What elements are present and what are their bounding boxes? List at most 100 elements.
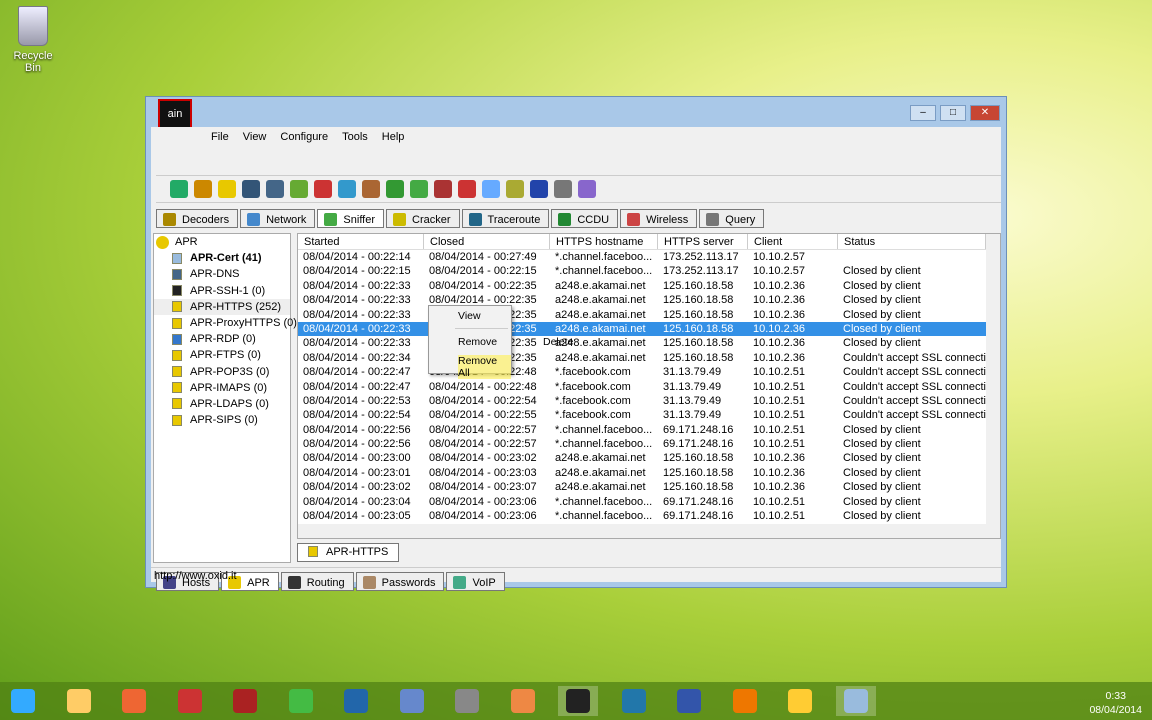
toolbar-button-icon[interactable]	[578, 180, 596, 198]
close-button[interactable]: ✕	[970, 105, 1000, 121]
cain-taskbar-icon[interactable]	[558, 686, 598, 716]
column-header-4[interactable]: Client	[748, 234, 838, 249]
toolbar-button-icon[interactable]	[266, 180, 284, 198]
column-header-3[interactable]: HTTPS server	[658, 234, 748, 249]
tree-item[interactable]: APR-POP3S (0)	[154, 364, 290, 380]
vertical-scrollbar[interactable]	[986, 234, 1000, 538]
table-row[interactable]: 08/04/2014 - 00:22:3408/04/2014 - 00:22:…	[298, 351, 1000, 365]
horizontal-scrollbar[interactable]	[298, 524, 986, 538]
toolbar-button-icon[interactable]	[242, 180, 260, 198]
tab-query[interactable]: Query	[699, 209, 765, 228]
app-taskbar-icon[interactable]	[170, 686, 210, 716]
vlc-taskbar-icon[interactable]	[725, 686, 765, 716]
toolbar-button-icon[interactable]	[170, 180, 188, 198]
chrome-taskbar-icon[interactable]	[281, 686, 321, 716]
tree-item[interactable]: APR-SIPS (0)	[154, 412, 290, 428]
toolbar-button-icon[interactable]	[530, 180, 548, 198]
maximize-button[interactable]: □	[940, 105, 966, 121]
word-taskbar-icon[interactable]	[669, 686, 709, 716]
menu-help[interactable]: Help	[382, 131, 405, 143]
toolbar-button-icon[interactable]	[434, 180, 452, 198]
tree-root[interactable]: APR	[154, 234, 290, 250]
tree-item[interactable]: APR-DNS	[154, 266, 290, 282]
toolbar-button-icon[interactable]	[458, 180, 476, 198]
toolbar-button-icon[interactable]	[218, 180, 236, 198]
toolbar-button-icon[interactable]	[290, 180, 308, 198]
toolbar-button-icon[interactable]	[410, 180, 428, 198]
winrar-taskbar-icon[interactable]	[225, 686, 265, 716]
menu-configure[interactable]: Configure	[280, 131, 328, 143]
cain-window: ain – □ ✕ File View Configure Tools Help Dec…	[145, 96, 1007, 591]
cell: 08/04/2014 - 00:22:55	[429, 409, 537, 422]
utility-taskbar-icon[interactable]	[780, 686, 820, 716]
tool-taskbar-icon[interactable]	[447, 686, 487, 716]
column-header-2[interactable]: HTTPS hostname	[550, 234, 658, 249]
tab-network[interactable]: Network	[240, 209, 316, 228]
table-row[interactable]: 08/04/2014 - 00:23:00 08/04/2014 - 00:23:…	[298, 451, 1000, 465]
tab-decoders[interactable]: Decoders	[156, 209, 239, 228]
tree-item[interactable]: APR-RDP (0)	[154, 331, 290, 347]
table-row[interactable]: 08/04/2014 - 00:22:4708/04/2014 - 00:22:…	[298, 365, 1000, 379]
tree-item[interactable]: APR-HTTPS (252)	[154, 298, 290, 315]
table-row[interactable]: 08/04/2014 - 00:22:56 08/04/2014 - 00:22:…	[298, 423, 1000, 437]
cell: 10.10.2.36	[753, 279, 805, 292]
cell: a248.e.akamai.net	[555, 481, 646, 494]
toolbar-button-icon[interactable]	[506, 180, 524, 198]
cell: 125.160.18.58	[663, 337, 734, 350]
menu-file[interactable]: File	[211, 131, 229, 143]
table-row[interactable]: 08/04/2014 - 00:23:05 08/04/2014 - 00:23:…	[298, 509, 1000, 523]
table-row[interactable]: 08/04/2014 - 00:22:53 08/04/2014 - 00:22:…	[298, 394, 1000, 408]
tree-item[interactable]: APR-LDAPS (0)	[154, 396, 290, 412]
firefox-taskbar-icon[interactable]	[114, 686, 154, 716]
wireshark-taskbar-icon[interactable]	[614, 686, 654, 716]
table-row[interactable]: 08/04/2014 - 00:23:04 08/04/2014 - 00:23:…	[298, 495, 1000, 509]
monitor-taskbar-icon[interactable]	[392, 686, 432, 716]
desktop-taskbar-icon[interactable]	[835, 686, 876, 716]
table-row[interactable]: 08/04/2014 - 00:22:3308/04/2014 - 00:22:…	[298, 279, 1000, 293]
cain-helper-taskbar-icon[interactable]	[336, 686, 376, 716]
tree-item[interactable]: APR-IMAPS (0)	[154, 380, 290, 396]
tab-cracker[interactable]: Cracker	[386, 209, 460, 228]
tree-item[interactable]: APR-FTPS (0)	[154, 347, 290, 363]
toolbar-button-icon[interactable]	[554, 180, 572, 198]
table-row[interactable]: 08/04/2014 - 00:22:3308/04/2014 - 00:22:…	[298, 321, 1000, 337]
toolbar-button-icon[interactable]	[338, 180, 356, 198]
column-header-0[interactable]: Started	[298, 234, 424, 249]
minimize-button[interactable]: –	[910, 105, 936, 121]
tab-ccdu[interactable]: CCDU	[551, 209, 619, 228]
menu-tools[interactable]: Tools	[342, 131, 368, 143]
table-row[interactable]: 08/04/2014 - 00:22:14 08/04/2014 - 00:27:…	[298, 250, 1000, 264]
tree-item[interactable]: APR-ProxyHTTPS (0)	[154, 315, 297, 331]
explorer-taskbar-icon[interactable]	[59, 686, 99, 716]
tab-traceroute[interactable]: Traceroute	[461, 209, 550, 228]
toolbar-button-icon[interactable]	[362, 180, 380, 198]
menu-item-remove-all[interactable]: Remove All	[458, 355, 511, 379]
table-row[interactable]: 08/04/2014 - 00:23:01 08/04/2014 - 00:23:…	[298, 466, 1000, 480]
subtab-apr-https[interactable]: APR-HTTPS	[297, 543, 400, 562]
column-header-5[interactable]: Status	[838, 234, 986, 249]
table-row[interactable]: 08/04/2014 - 00:22:3308/04/2014 - 00:22:…	[298, 293, 1000, 307]
table-row[interactable]: 08/04/2014 - 00:23:02 08/04/2014 - 00:23:…	[298, 480, 1000, 494]
toolbar-button-icon[interactable]	[482, 180, 500, 198]
menu-item-remove[interactable]: Remove	[458, 336, 497, 348]
toolbar-button-icon[interactable]	[194, 180, 212, 198]
table-row[interactable]: 08/04/2014 - 00:22:54 08/04/2014 - 00:22:…	[298, 408, 1000, 422]
table-row[interactable]: 08/04/2014 - 00:22:56 08/04/2014 - 00:22:…	[298, 437, 1000, 451]
start-taskbar-icon[interactable]	[3, 686, 43, 716]
table-row[interactable]: 08/04/2014 - 00:22:3308/04/2014 - 00:22:…	[298, 336, 1000, 350]
tab-wireless[interactable]: Wireless	[620, 209, 698, 228]
toolbar-button-icon[interactable]	[386, 180, 404, 198]
tree-item[interactable]: APR-Cert (41)	[154, 250, 290, 266]
clock[interactable]: 0:33 08/04/2014	[1089, 689, 1142, 717]
menu-view[interactable]: View	[243, 131, 267, 143]
filezilla-taskbar-icon[interactable]	[503, 686, 543, 716]
table-row[interactable]: 08/04/2014 - 00:22:15 08/04/2014 - 00:22:…	[298, 264, 1000, 278]
recycle-bin[interactable]: Recycle Bin	[4, 6, 62, 74]
column-header-1[interactable]: Closed	[424, 234, 550, 249]
table-row[interactable]: 08/04/2014 - 00:22:4708/04/2014 - 00:22:…	[298, 380, 1000, 394]
tab-sniffer[interactable]: Sniffer	[317, 209, 385, 228]
toolbar-button-icon[interactable]	[314, 180, 332, 198]
table-row[interactable]: 08/04/2014 - 00:22:3308/04/2014 - 00:22:…	[298, 308, 1000, 322]
tree-item[interactable]: APR-SSH-1 (0)	[154, 283, 290, 299]
menu-item-view[interactable]: View	[458, 310, 481, 322]
